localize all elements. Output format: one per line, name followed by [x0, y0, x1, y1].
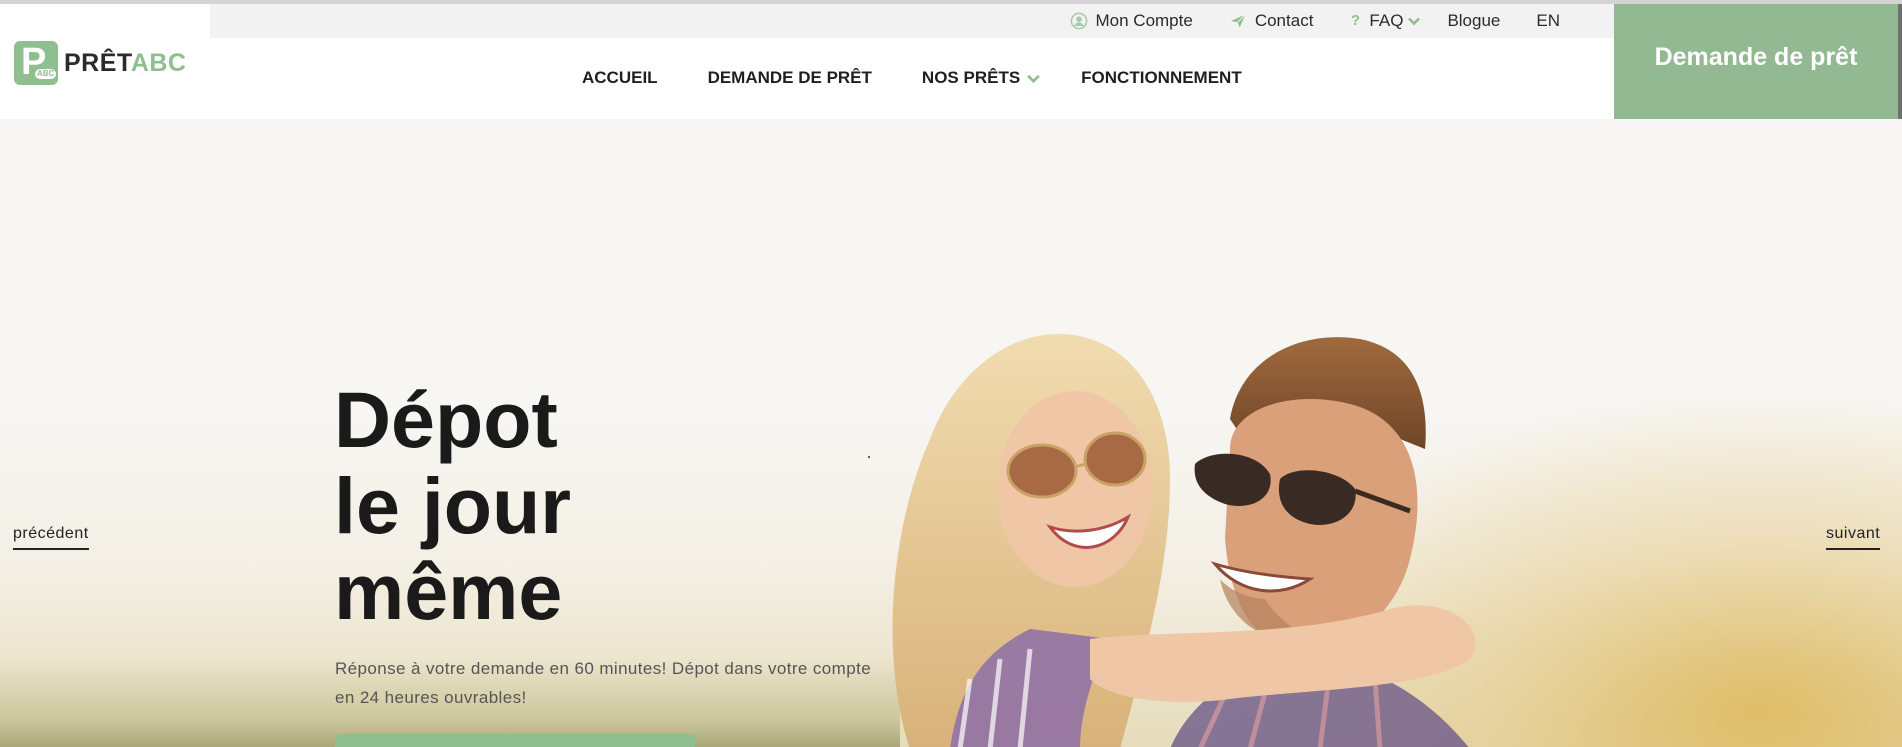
- hero-action-button[interactable]: [335, 734, 695, 747]
- language-label: EN: [1536, 11, 1560, 30]
- slider-prev-button[interactable]: précédent: [13, 525, 89, 550]
- faq-label: FAQ: [1369, 11, 1404, 30]
- contact-link[interactable]: Contact: [1229, 11, 1314, 31]
- nav-item-label: FONCTIONNEMENT: [1081, 68, 1242, 87]
- scrollbar-edge: [1898, 4, 1902, 119]
- nav-item-fonctionnement[interactable]: FONCTIONNEMENT: [1081, 68, 1242, 88]
- hero-title-line: même: [334, 547, 563, 636]
- logo-text-abc: ABC: [130, 48, 187, 77]
- loan-request-cta-button[interactable]: Demande de prêt: [1614, 4, 1898, 119]
- logo-badge: P ABC: [14, 41, 58, 85]
- blog-link[interactable]: Blogue: [1447, 11, 1500, 31]
- site-logo[interactable]: P ABC PRÊTABC: [14, 40, 187, 86]
- hero-title-line: Dépot: [334, 375, 558, 464]
- hero-couple-photo: [892, 333, 1476, 747]
- nav-item-accueil[interactable]: ACCUEIL: [582, 68, 658, 88]
- hero-slider: Dépot le jour même Réponse à votre deman…: [0, 119, 1902, 747]
- stray-pixel: [868, 456, 870, 458]
- nav-item-label: DEMANDE DE PRÊT: [707, 68, 872, 87]
- logo-wordmark: PRÊTABC: [64, 49, 187, 78]
- logo-badge-small-text: ABC: [35, 69, 57, 79]
- my-account-label: Mon Compte: [1095, 11, 1193, 30]
- cta-label: Demande de prêt: [1654, 43, 1858, 71]
- site-header: P ABC PRÊTABC ACCUEIL DEMANDE DE PRÊT NO…: [0, 38, 1614, 119]
- nav-item-demande-de-pret[interactable]: DEMANDE DE PRÊT: [708, 68, 872, 88]
- user-circle-icon: [1070, 12, 1087, 30]
- utility-nav: Mon Compte Contact ? FAQ Blogue EN: [1034, 4, 1615, 38]
- blog-label: Blogue: [1447, 11, 1501, 30]
- hero-title-line: le jour: [334, 461, 572, 550]
- chevron-down-icon: [1027, 74, 1041, 83]
- my-account-link[interactable]: Mon Compte: [1070, 11, 1193, 31]
- chevron-down-icon: [1408, 17, 1421, 26]
- utility-bar: Mon Compte Contact ? FAQ Blogue EN: [210, 4, 1614, 38]
- hero-description: Réponse à votre demande en 60 minutes! D…: [335, 659, 872, 707]
- main-nav: ACCUEIL DEMANDE DE PRÊT NOS PRÊTS FONCTI…: [582, 63, 1242, 93]
- slider-next-button[interactable]: suivant: [1826, 525, 1881, 550]
- nav-item-label: NOS PRÊTS: [921, 68, 1021, 87]
- faq-menu[interactable]: ? FAQ: [1349, 11, 1421, 31]
- nav-item-nos-prets[interactable]: NOS PRÊTS: [922, 68, 1041, 88]
- hero-title: Dépot le jour même: [334, 377, 571, 635]
- paper-plane-icon: [1230, 14, 1246, 28]
- contact-label: Contact: [1254, 11, 1314, 30]
- question-icon: ?: [1350, 12, 1360, 29]
- nav-item-label: ACCUEIL: [582, 68, 658, 87]
- language-switch[interactable]: EN: [1536, 11, 1560, 31]
- logo-text-pret: PRÊT: [64, 48, 131, 77]
